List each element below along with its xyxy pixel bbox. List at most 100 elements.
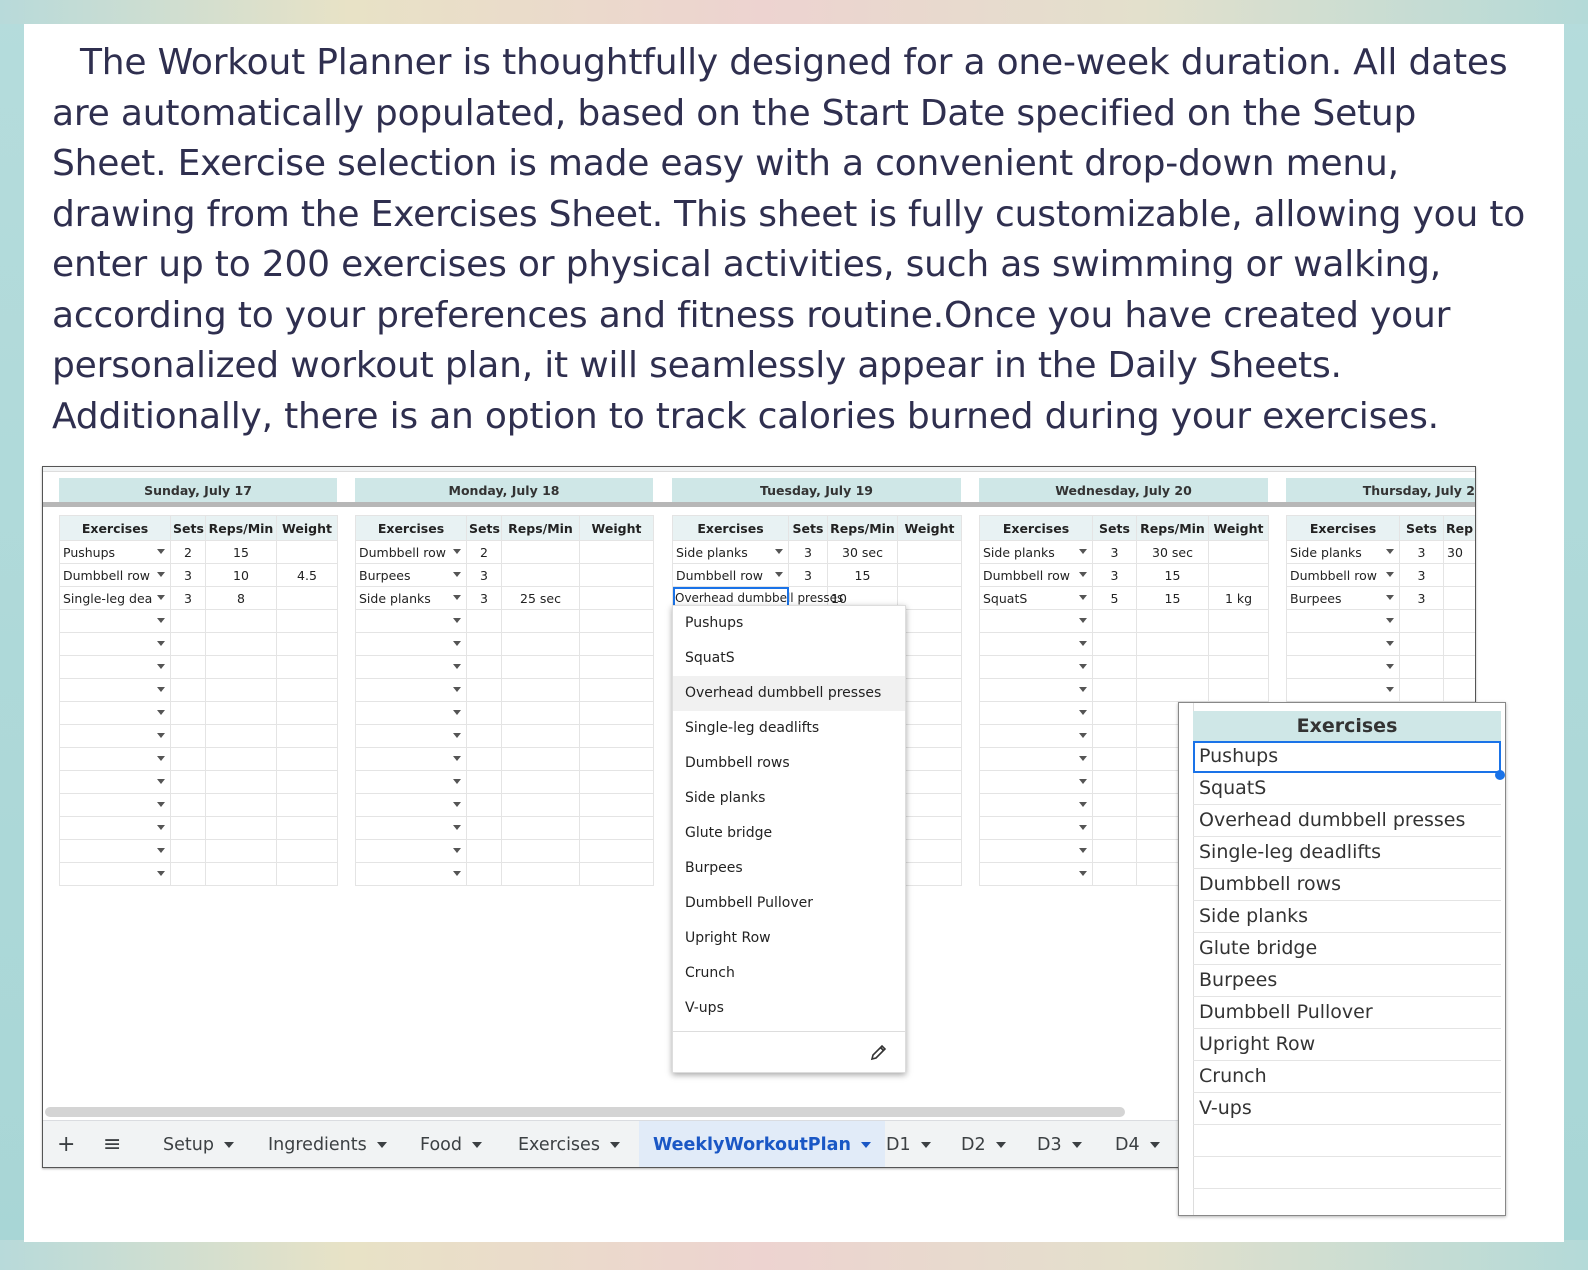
chevron-down-icon[interactable]: [157, 733, 165, 738]
empty-cell[interactable]: [205, 655, 277, 679]
chevron-down-icon[interactable]: [1071, 1141, 1082, 1148]
chevron-down-icon[interactable]: [453, 779, 461, 784]
exercise-list-item[interactable]: Dumbbell Pullover: [1193, 997, 1501, 1029]
empty-cell[interactable]: [1443, 632, 1475, 656]
chevron-down-icon[interactable]: [157, 549, 165, 554]
dropdown-option[interactable]: Upright Row: [673, 921, 905, 956]
exercise-cell[interactable]: Dumbbell row: [979, 563, 1093, 587]
empty-cell[interactable]: [897, 724, 962, 748]
dropdown-option[interactable]: Glute bridge: [673, 816, 905, 851]
all-sheets-menu-button[interactable]: ≡: [103, 1121, 121, 1167]
exercise-cell[interactable]: [59, 747, 171, 771]
empty-cell[interactable]: [466, 701, 502, 725]
exercise-list-item[interactable]: Pushups: [1193, 741, 1501, 773]
empty-cell[interactable]: [205, 839, 277, 863]
reps-cell[interactable]: 25 sec: [501, 586, 580, 610]
empty-cell[interactable]: [276, 747, 338, 771]
exercise-list-item[interactable]: Glute bridge: [1193, 933, 1501, 965]
empty-cell[interactable]: [276, 701, 338, 725]
empty-cell[interactable]: [1136, 609, 1209, 633]
exercise-list-item[interactable]: Dumbbell rows: [1193, 869, 1501, 901]
empty-cell[interactable]: [579, 678, 654, 702]
sets-cell[interactable]: 3: [1399, 563, 1444, 587]
empty-cell[interactable]: [579, 862, 654, 886]
chevron-down-icon[interactable]: [1386, 687, 1394, 692]
exercise-cell[interactable]: [59, 839, 171, 863]
chevron-down-icon[interactable]: [1079, 733, 1087, 738]
empty-cell[interactable]: [1092, 678, 1137, 702]
empty-cell[interactable]: [466, 632, 502, 656]
weight-cell[interactable]: [579, 540, 654, 564]
weight-cell[interactable]: [276, 540, 338, 564]
reps-cell[interactable]: 10: [205, 563, 277, 587]
chevron-down-icon[interactable]: [157, 825, 165, 830]
exercise-cell[interactable]: [59, 609, 171, 633]
exercise-cell[interactable]: [979, 678, 1093, 702]
tab-ingredients[interactable]: Ingredients: [268, 1121, 387, 1167]
exercise-cell[interactable]: [59, 816, 171, 840]
exercise-cell[interactable]: Dumbbell row: [672, 563, 789, 587]
empty-cell[interactable]: [579, 632, 654, 656]
reps-cell[interactable]: [501, 540, 580, 564]
empty-cell[interactable]: [501, 724, 580, 748]
reps-cell[interactable]: 15: [827, 563, 898, 587]
chevron-down-icon[interactable]: [1386, 549, 1394, 554]
chevron-down-icon[interactable]: [157, 710, 165, 715]
tab-food[interactable]: Food: [420, 1121, 482, 1167]
empty-cell[interactable]: [466, 839, 502, 863]
empty-cell[interactable]: [466, 816, 502, 840]
exercise-cell[interactable]: [979, 701, 1093, 725]
empty-cell[interactable]: [579, 839, 654, 863]
weight-cell[interactable]: [897, 586, 962, 610]
exercise-cell[interactable]: Burpees: [355, 563, 467, 587]
dropdown-option[interactable]: Pushups: [673, 606, 905, 641]
empty-cell[interactable]: [1092, 632, 1137, 656]
exercise-list-item[interactable]: V-ups: [1193, 1093, 1501, 1125]
empty-cell[interactable]: [205, 609, 277, 633]
tab-d2[interactable]: D2: [961, 1121, 1006, 1167]
empty-cell[interactable]: [897, 701, 962, 725]
exercise-cell[interactable]: [355, 839, 467, 863]
empty-cell[interactable]: [1136, 632, 1209, 656]
exercise-cell[interactable]: [1286, 655, 1400, 679]
sets-cell[interactable]: 3: [1092, 540, 1137, 564]
tab-d1[interactable]: D1: [886, 1121, 931, 1167]
chevron-down-icon[interactable]: [1079, 618, 1087, 623]
dropdown-option[interactable]: V-ups: [673, 991, 905, 1026]
chevron-down-icon[interactable]: [920, 1141, 931, 1148]
empty-cell[interactable]: [1092, 839, 1137, 863]
weight-cell[interactable]: 1 kg: [1208, 586, 1269, 610]
empty-cell[interactable]: [1399, 609, 1444, 633]
exercise-cell[interactable]: [979, 609, 1093, 633]
exercise-cell[interactable]: [355, 632, 467, 656]
dropdown-option[interactable]: Overhead dumbbell presses: [673, 676, 905, 711]
empty-cell[interactable]: [205, 724, 277, 748]
empty-cell[interactable]: [579, 747, 654, 771]
tab-weekly-workout-plan[interactable]: WeeklyWorkoutPlan: [639, 1121, 885, 1167]
sets-cell[interactable]: 3: [1092, 563, 1137, 587]
weight-cell[interactable]: [1208, 540, 1269, 564]
chevron-down-icon[interactable]: [775, 549, 783, 554]
chevron-down-icon[interactable]: [157, 572, 165, 577]
empty-cell[interactable]: [466, 655, 502, 679]
chevron-down-icon[interactable]: [1079, 756, 1087, 761]
empty-cell[interactable]: [1443, 609, 1475, 633]
empty-cell[interactable]: [205, 701, 277, 725]
exercise-list-item[interactable]: Single-leg deadlifts: [1193, 837, 1501, 869]
exercise-cell[interactable]: [355, 701, 467, 725]
empty-cell[interactable]: [1443, 678, 1475, 702]
empty-cell[interactable]: [170, 816, 206, 840]
chevron-down-icon[interactable]: [1079, 664, 1087, 669]
empty-cell[interactable]: [897, 678, 962, 702]
empty-cell[interactable]: [170, 770, 206, 794]
chevron-down-icon[interactable]: [1079, 595, 1087, 600]
empty-cell[interactable]: [1136, 678, 1209, 702]
chevron-down-icon[interactable]: [1386, 664, 1394, 669]
tab-exercises[interactable]: Exercises: [518, 1121, 620, 1167]
chevron-down-icon[interactable]: [1149, 1141, 1160, 1148]
weight-cell[interactable]: [579, 586, 654, 610]
empty-cell[interactable]: [897, 816, 962, 840]
empty-cell[interactable]: [466, 609, 502, 633]
weight-cell[interactable]: [276, 586, 338, 610]
empty-cell[interactable]: [1092, 609, 1137, 633]
